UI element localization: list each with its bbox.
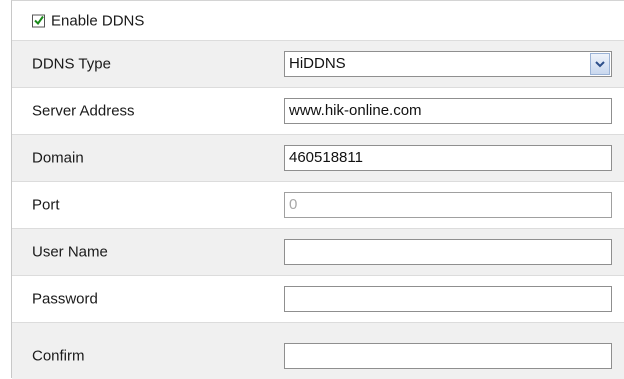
ddns-type-label: DDNS Type xyxy=(32,55,111,73)
enable-ddns-control[interactable]: Enable DDNS xyxy=(32,12,144,29)
port-row: Port 0 xyxy=(12,182,624,228)
port-label: Port xyxy=(32,196,60,214)
checkmark-icon xyxy=(34,15,44,25)
password-label: Password xyxy=(32,290,98,308)
username-input[interactable] xyxy=(284,239,612,265)
domain-row: Domain 460518811 xyxy=(12,135,624,181)
confirm-input[interactable] xyxy=(284,343,612,369)
port-input[interactable]: 0 xyxy=(284,192,612,218)
username-row: User Name xyxy=(12,229,624,275)
dropdown-button[interactable] xyxy=(590,53,610,75)
enable-ddns-row: Enable DDNS xyxy=(12,1,624,40)
chevron-down-icon xyxy=(595,61,605,68)
ddns-type-select[interactable]: HiDDNS xyxy=(284,51,612,77)
ddns-type-value: HiDDNS xyxy=(289,55,346,72)
domain-input[interactable]: 460518811 xyxy=(284,145,612,171)
ddns-type-row: DDNS Type HiDDNS xyxy=(12,41,624,87)
password-row: Password xyxy=(12,276,624,322)
domain-label: Domain xyxy=(32,149,84,167)
password-input[interactable] xyxy=(284,286,612,312)
server-address-input[interactable]: www.hik-online.com xyxy=(284,98,612,124)
enable-ddns-label: Enable DDNS xyxy=(51,12,145,29)
server-address-row: Server Address www.hik-online.com xyxy=(12,88,624,134)
confirm-row: Confirm xyxy=(12,323,624,379)
confirm-label: Confirm xyxy=(32,347,85,365)
enable-ddns-checkbox[interactable] xyxy=(32,14,45,27)
ddns-settings-panel: Enable DDNS DDNS Type HiDDNS Server Addr… xyxy=(11,0,624,379)
username-label: User Name xyxy=(32,243,108,261)
server-address-label: Server Address xyxy=(32,102,135,120)
